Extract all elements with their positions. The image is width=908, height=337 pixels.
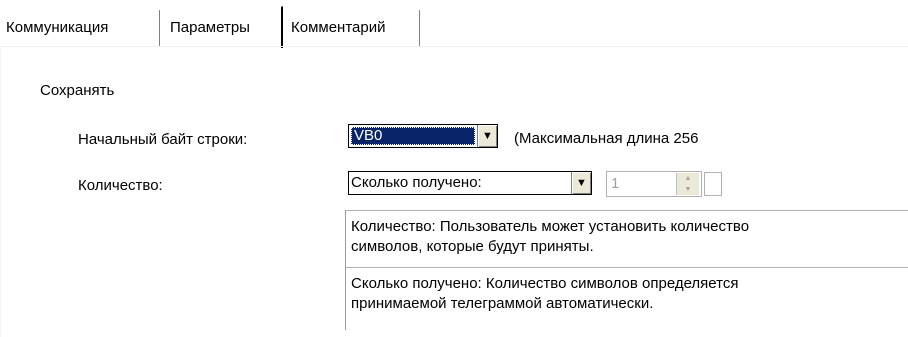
quantity-label: Количество:: [78, 177, 163, 194]
tab-communication[interactable]: Коммуникация: [0, 10, 160, 46]
spinner-up-icon[interactable]: ▲: [677, 173, 699, 184]
description-line: Количество: Пользователь может установит…: [351, 218, 750, 235]
tab-comment[interactable]: Комментарий: [285, 10, 420, 46]
max-length-hint: (Максимальная длина 256: [514, 130, 699, 147]
dropdown-arrow-icon[interactable]: ▼: [571, 172, 591, 194]
quantity-value: Сколько получено:: [351, 174, 482, 191]
quantity-spinner[interactable]: 1 ▲ ▼: [606, 171, 702, 197]
tab-label: Комментарий: [291, 19, 386, 36]
description-line: Сколько получено: Количество символов оп…: [351, 275, 739, 292]
tab-baseline: [0, 46, 908, 47]
spinner-value: 1: [611, 175, 620, 192]
spinner-down-icon[interactable]: ▼: [677, 184, 699, 195]
start-byte-label: Начальный байт строки:: [78, 131, 248, 148]
start-byte-select[interactable]: VB0 ▼: [348, 124, 498, 148]
tab-label: Коммуникация: [6, 19, 109, 36]
quantity-select[interactable]: Сколько получено: ▼: [348, 171, 592, 195]
tab-parameters[interactable]: Параметры: [163, 6, 283, 48]
spinner-scroll-stub: [704, 172, 722, 196]
section-title: Сохранять: [40, 82, 115, 99]
description-received: Сколько получено: Количество символов оп…: [346, 268, 908, 330]
description-line: принимаемой телеграммой автоматически.: [351, 295, 654, 312]
description-box: Количество: Пользователь может установит…: [345, 210, 908, 330]
description-line: символов, которые будут приняты.: [351, 238, 594, 255]
spinner-arrows-icon[interactable]: ▲ ▼: [676, 173, 699, 195]
dropdown-arrow-icon[interactable]: ▼: [477, 125, 497, 147]
description-quantity: Количество: Пользователь может установит…: [346, 210, 908, 268]
tab-label: Параметры: [170, 19, 250, 36]
start-byte-value: VB0: [351, 127, 475, 145]
tab-strip: Коммуникация Параметры Комментарий: [0, 0, 908, 50]
